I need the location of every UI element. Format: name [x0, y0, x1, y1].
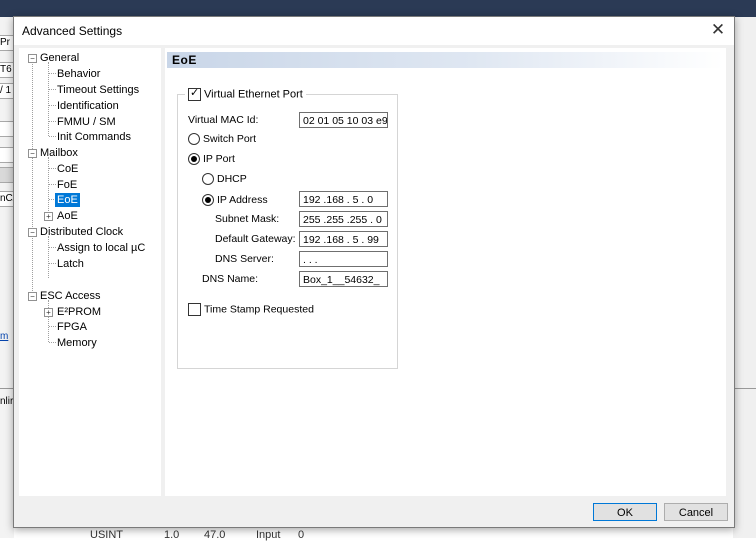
tree-item-assign-to-local-uc[interactable]: Assign to local µC — [57, 241, 145, 255]
collapse-icon[interactable]: − — [28, 292, 37, 301]
virtual-mac-field[interactable]: 02 01 05 10 03 e9 — [299, 112, 388, 128]
background-divider — [0, 388, 14, 389]
tree-connector — [48, 300, 49, 342]
expand-icon[interactable]: + — [44, 212, 53, 221]
dns-server-label: DNS Server: — [215, 253, 274, 265]
background-cell: nC/ — [0, 191, 14, 207]
tree-item-general[interactable]: General — [40, 51, 79, 65]
radio-selected-icon[interactable] — [202, 194, 214, 207]
collapse-icon[interactable]: − — [28, 228, 37, 237]
tree-item-init-commands[interactable]: Init Commands — [57, 130, 131, 144]
ip-port-label: IP Port — [203, 153, 235, 165]
tree-connector — [49, 136, 56, 137]
tree-item-coe[interactable]: CoE — [57, 162, 78, 176]
background-cell: USINT — [90, 529, 123, 541]
background-cell: T6 — [0, 62, 14, 78]
background-table-row: USINT 1.0 47.0 Input 0 — [90, 529, 304, 541]
virtual-ethernet-port-label: Virtual Ethernet Port — [204, 88, 303, 101]
tree-item-mailbox[interactable]: Mailbox — [40, 146, 78, 160]
subnet-mask-field[interactable]: 255 .255 .255 . 0 — [299, 211, 388, 227]
section-header: EoE — [167, 52, 724, 68]
radio-unselected-icon[interactable] — [188, 133, 200, 146]
dhcp-radio[interactable]: DHCP — [202, 173, 247, 186]
background-cell: Input — [256, 529, 281, 541]
virtual-mac-label: Virtual MAC Id: — [188, 114, 259, 126]
eoe-settings-panel: EoE Virtual Ethernet Port Virtual MAC Id… — [165, 48, 726, 496]
tree-item-esc-access[interactable]: ESC Access — [40, 289, 101, 303]
background-cell: 1.0 — [164, 529, 180, 541]
tree-connector — [49, 73, 56, 74]
background-cell: Pr — [0, 35, 14, 51]
dns-name-label: DNS Name: — [202, 273, 259, 285]
ok-button[interactable]: OK — [593, 503, 657, 521]
collapse-icon[interactable]: − — [28, 149, 37, 158]
background-cell: 0 — [298, 529, 305, 541]
tree-connector — [49, 105, 56, 106]
background-cell — [0, 167, 14, 183]
tree-item-fmmu-sm[interactable]: FMMU / SM — [57, 115, 116, 129]
virtual-ethernet-port-checkbox[interactable]: Virtual Ethernet Port — [185, 86, 306, 101]
background-cell: nlir — [0, 396, 13, 407]
tree-item-eoe[interactable]: EoE — [55, 193, 80, 207]
ip-address-field[interactable]: 192 .168 . 5 . 0 — [299, 191, 388, 207]
ip-address-radio[interactable]: IP Address — [202, 194, 268, 207]
background-cell: / 1 — [0, 83, 14, 99]
tree-connector — [48, 157, 49, 215]
background-link[interactable]: m — [0, 330, 13, 344]
tree-item-distributed-clock[interactable]: Distributed Clock — [40, 225, 123, 239]
background-left-pane: Pr T6 / 1 nC/ m nlir — [0, 17, 14, 538]
settings-tree: − General Behavior Timeout Settings Iden… — [19, 48, 161, 496]
collapse-icon[interactable]: − — [28, 54, 37, 63]
tree-connector — [49, 263, 56, 264]
background-cell — [0, 121, 14, 137]
default-gateway-field[interactable]: 192 .168 . 5 . 99 — [299, 231, 388, 247]
tree-connector — [49, 342, 56, 343]
checkbox-checked-icon[interactable] — [188, 86, 201, 101]
dhcp-label: DHCP — [217, 173, 247, 185]
tree-item-memory[interactable]: Memory — [57, 336, 97, 350]
background-cell — [0, 147, 14, 163]
tree-connector — [49, 247, 56, 248]
dialog-title: Advanced Settings — [22, 24, 123, 38]
tree-item-fpga[interactable]: FPGA — [57, 320, 87, 334]
tree-item-e2prom[interactable]: E²PROM — [57, 305, 101, 319]
time-stamp-requested-checkbox[interactable]: Time Stamp Requested — [188, 303, 314, 316]
radio-unselected-icon[interactable] — [202, 173, 214, 186]
switch-port-label: Switch Port — [203, 133, 257, 145]
advanced-settings-dialog: Advanced Settings ✕ − General Behavior T… — [13, 16, 735, 528]
tree-connector — [49, 121, 56, 122]
ip-port-radio[interactable]: IP Port — [188, 153, 235, 166]
tree-item-behavior[interactable]: Behavior — [57, 67, 100, 81]
close-button[interactable]: ✕ — [706, 19, 730, 41]
tree-item-aoe[interactable]: AoE — [57, 209, 78, 223]
cancel-button[interactable]: Cancel — [664, 503, 728, 521]
ip-address-label: IP Address — [217, 194, 268, 206]
dns-name-field[interactable]: Box_1__54632_ — [299, 271, 388, 287]
tree-connector — [49, 326, 56, 327]
tree-connector — [49, 168, 56, 169]
tree-item-identification[interactable]: Identification — [57, 99, 119, 113]
expand-icon[interactable]: + — [44, 308, 53, 317]
time-stamp-requested-label: Time Stamp Requested — [204, 303, 314, 316]
tree-connector — [49, 184, 56, 185]
background-divider — [733, 388, 756, 389]
default-gateway-label: Default Gateway: — [215, 233, 296, 245]
background-cell: 47.0 — [204, 529, 226, 541]
tree-connector — [49, 89, 56, 90]
tree-item-foe[interactable]: FoE — [57, 178, 77, 192]
subnet-mask-label: Subnet Mask: — [215, 213, 280, 225]
section-title: EoE — [172, 53, 197, 67]
tree-item-timeout-settings[interactable]: Timeout Settings — [57, 83, 139, 97]
dialog-titlebar[interactable]: Advanced Settings ✕ — [14, 17, 734, 45]
dns-server-field[interactable]: . . . — [299, 251, 388, 267]
switch-port-radio[interactable]: Switch Port — [188, 133, 257, 146]
checkbox-unchecked-icon[interactable] — [188, 303, 201, 316]
radio-selected-icon[interactable] — [188, 153, 200, 166]
tree-connector — [48, 236, 49, 278]
tree-connector — [32, 62, 33, 295]
background-right-pane — [733, 17, 756, 538]
background-window-bar — [0, 0, 756, 17]
tree-item-latch[interactable]: Latch — [57, 257, 84, 271]
